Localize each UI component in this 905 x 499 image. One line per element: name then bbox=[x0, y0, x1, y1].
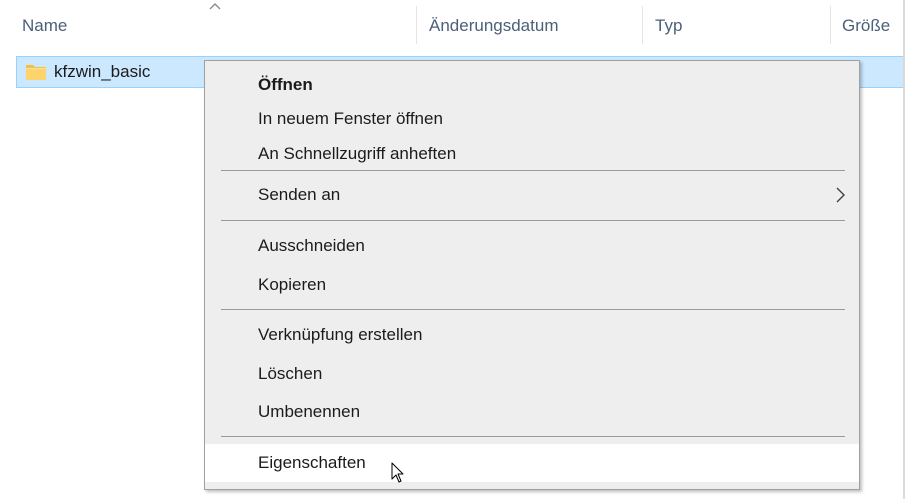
menu-item-copy[interactable]: Kopieren bbox=[205, 268, 859, 302]
column-divider[interactable] bbox=[830, 6, 831, 44]
menu-item-label: Umbenennen bbox=[258, 402, 361, 421]
menu-item-label: An Schnellzugriff anheften bbox=[258, 144, 457, 163]
menu-separator bbox=[221, 170, 845, 171]
column-type-header[interactable]: Typ bbox=[655, 16, 682, 36]
menu-item-send-to[interactable]: Senden an bbox=[205, 178, 859, 212]
column-name-header[interactable]: Name bbox=[22, 16, 67, 36]
menu-item-label: Kopieren bbox=[258, 275, 327, 294]
chevron-right-icon bbox=[836, 187, 845, 203]
folder-icon bbox=[26, 65, 46, 80]
menu-item-label: Öffnen bbox=[258, 75, 313, 94]
context-menu: Öffnen In neuem Fenster öffnen An Schnel… bbox=[204, 60, 860, 490]
menu-item-label: Senden an bbox=[258, 185, 341, 204]
menu-item-label: Verknüpfung erstellen bbox=[258, 325, 423, 344]
menu-separator bbox=[221, 309, 845, 310]
menu-item-label: Löschen bbox=[258, 364, 323, 383]
column-divider[interactable] bbox=[416, 6, 417, 44]
menu-separator bbox=[221, 220, 845, 221]
menu-item-pin-quick-access[interactable]: An Schnellzugriff anheften bbox=[205, 137, 859, 171]
sort-ascending-icon bbox=[209, 3, 221, 10]
file-name[interactable]: kfzwin_basic bbox=[54, 62, 150, 82]
column-divider[interactable] bbox=[642, 6, 643, 44]
menu-item-delete[interactable]: Löschen bbox=[205, 357, 859, 391]
column-header: Name Änderungsdatum Typ Größe bbox=[0, 0, 905, 50]
menu-item-label: In neuem Fenster öffnen bbox=[258, 109, 443, 128]
column-size-header[interactable]: Größe bbox=[842, 16, 890, 36]
menu-item-label: Eigenschaften bbox=[258, 453, 366, 472]
menu-item-cut[interactable]: Ausschneiden bbox=[205, 229, 859, 263]
menu-item-create-shortcut[interactable]: Verknüpfung erstellen bbox=[205, 318, 859, 352]
menu-item-open-new-window[interactable]: In neuem Fenster öffnen bbox=[205, 102, 859, 136]
menu-item-open[interactable]: Öffnen bbox=[205, 68, 859, 102]
menu-item-properties[interactable]: Eigenschaften bbox=[205, 444, 859, 482]
menu-item-rename[interactable]: Umbenennen bbox=[205, 395, 859, 429]
column-modified-header[interactable]: Änderungsdatum bbox=[429, 16, 558, 36]
mouse-cursor-icon bbox=[391, 462, 404, 483]
menu-separator bbox=[221, 436, 845, 437]
menu-item-label: Ausschneiden bbox=[258, 236, 365, 255]
